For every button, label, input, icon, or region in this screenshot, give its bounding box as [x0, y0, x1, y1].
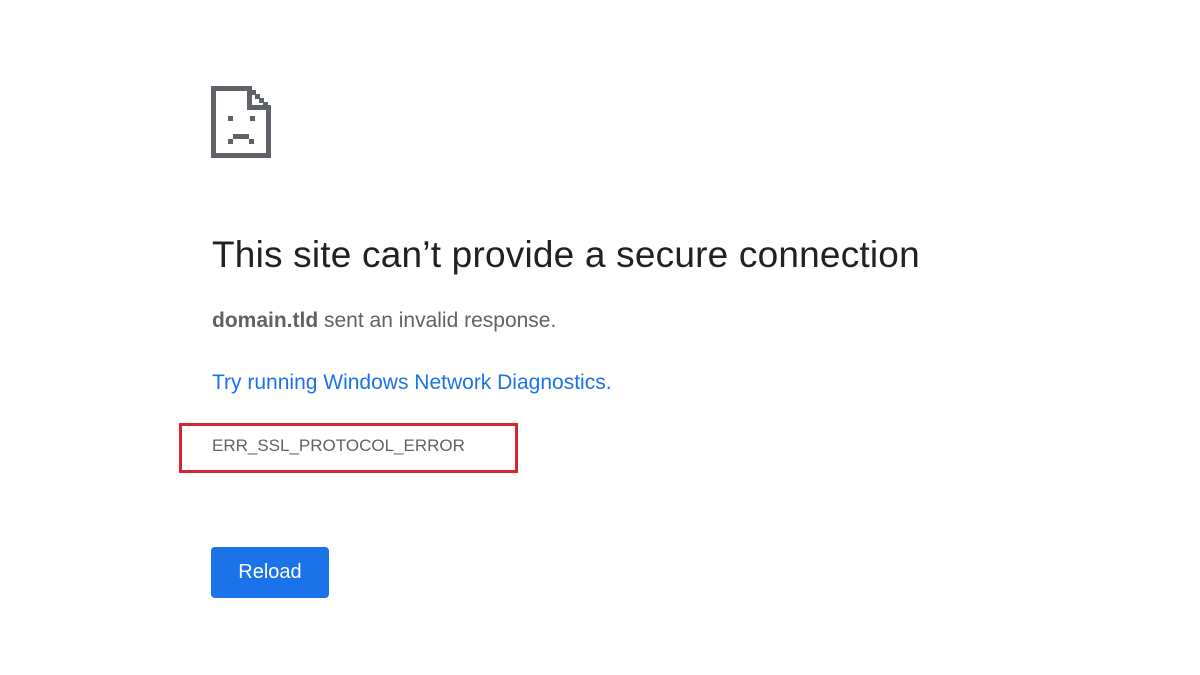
error-code: ERR_SSL_PROTOCOL_ERROR	[212, 436, 465, 455]
error-message: sent an invalid response.	[318, 309, 557, 332]
page-title: This site can’t provide a secure connect…	[212, 234, 920, 275]
error-page: This site can’t provide a secure connect…	[0, 0, 1200, 675]
network-diagnostics-link[interactable]: Try running Windows Network Diagnostics.	[212, 371, 612, 395]
domain-name: domain.tld	[212, 309, 319, 332]
sad-document-icon	[211, 86, 271, 158]
error-description: domain.tld sent an invalid response.	[212, 309, 556, 333]
reload-button[interactable]: Reload	[211, 547, 329, 598]
